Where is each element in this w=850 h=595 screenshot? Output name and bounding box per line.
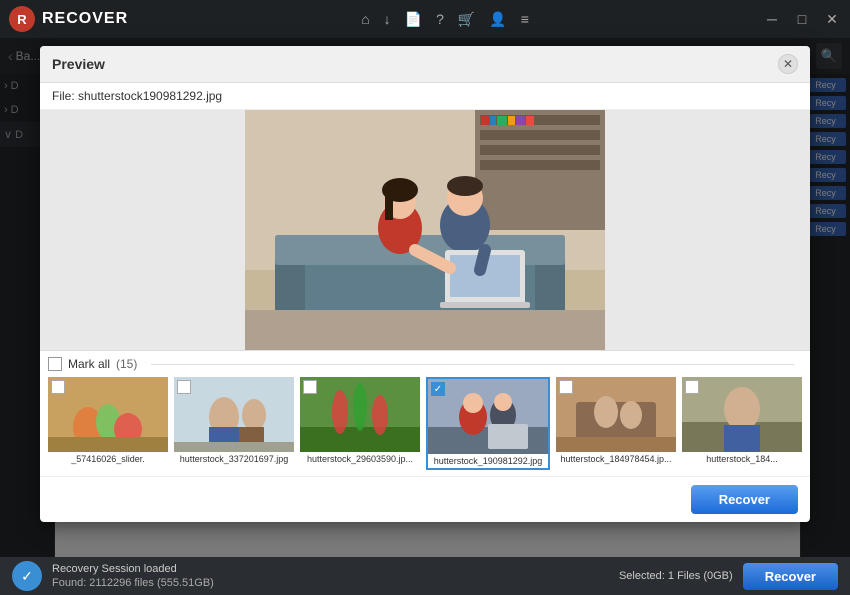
status-check-icon: ✓ bbox=[12, 561, 42, 591]
titlebar: R RECOVER ⌂ ↓ 📄 ? 🛒 👤 ≡ ─ □ ✕ bbox=[0, 0, 850, 38]
thumbnail-item-1[interactable]: _57416026_slider. bbox=[48, 377, 168, 470]
thumb-image-4 bbox=[428, 379, 548, 454]
thumbnail-item-5[interactable]: hutterstock_184978454.jp... bbox=[556, 377, 676, 470]
thumb-image-3 bbox=[300, 377, 420, 452]
mark-all-checkbox[interactable] bbox=[48, 357, 62, 371]
thumb-name-6: hutterstock_184... bbox=[682, 452, 802, 466]
help-icon[interactable]: ? bbox=[436, 11, 444, 27]
thumb-check-3[interactable] bbox=[303, 380, 317, 394]
file-icon[interactable]: 📄 bbox=[405, 11, 422, 28]
thumb-check-4[interactable]: ✓ bbox=[431, 382, 445, 396]
thumb-image-1 bbox=[48, 377, 168, 452]
thumb-check-1[interactable] bbox=[51, 380, 65, 394]
modal-image-area bbox=[40, 110, 810, 350]
thumbnail-item-6[interactable]: hutterstock_184... bbox=[682, 377, 802, 470]
selected-info: Selected: 1 Files (0GB) bbox=[619, 570, 733, 582]
thumbnail-item-3[interactable]: hutterstock_29603590.jp... bbox=[300, 377, 420, 470]
user-icon[interactable]: 👤 bbox=[489, 11, 506, 28]
mark-all-row: Mark all (15) bbox=[48, 357, 802, 371]
download-icon[interactable]: ↓ bbox=[384, 11, 391, 27]
cart-icon[interactable]: 🛒 bbox=[458, 11, 475, 28]
svg-text:R: R bbox=[17, 12, 27, 27]
menu-icon[interactable]: ≡ bbox=[521, 11, 529, 27]
status-right: Selected: 1 Files (0GB) Recover bbox=[619, 563, 838, 590]
session-status: Recovery Session loaded bbox=[52, 563, 214, 575]
recover-modal-button[interactable]: Recover bbox=[691, 485, 798, 514]
mark-all-label: Mark all bbox=[68, 357, 110, 371]
app-branding: R RECOVER bbox=[8, 5, 128, 33]
count-badge: (15) bbox=[116, 357, 137, 371]
recover-main-button[interactable]: Recover bbox=[743, 563, 838, 590]
modal-close-button[interactable]: ✕ bbox=[778, 54, 798, 74]
thumb-name-3: hutterstock_29603590.jp... bbox=[300, 452, 420, 466]
found-files: Found: 2112296 files (555.51GB) bbox=[52, 577, 214, 589]
app-logo-icon: R bbox=[8, 5, 36, 33]
thumb-image-2 bbox=[174, 377, 294, 452]
status-info: Recovery Session loaded Found: 2112296 f… bbox=[52, 563, 214, 589]
titlebar-nav-icons: ⌂ ↓ 📄 ? 🛒 👤 ≡ bbox=[361, 11, 529, 28]
modal-title: Preview bbox=[52, 56, 105, 72]
modal-footer: Recover bbox=[40, 476, 810, 522]
thumb-name-4: hutterstock_190981292.jpg bbox=[428, 454, 548, 468]
modal-header: Preview ✕ bbox=[40, 46, 810, 83]
app-title: RECOVER bbox=[42, 10, 128, 28]
thumbnail-item-4[interactable]: ✓ hutterstock_190981292.jpg bbox=[426, 377, 550, 470]
thumb-check-5[interactable] bbox=[559, 380, 573, 394]
thumb-image-5 bbox=[556, 377, 676, 452]
maximize-button[interactable]: □ bbox=[792, 11, 812, 27]
close-icon: ✕ bbox=[783, 57, 793, 71]
preview-modal: Preview ✕ File: shutterstock190981292.jp… bbox=[40, 46, 810, 522]
statusbar: ✓ Recovery Session loaded Found: 2112296… bbox=[0, 557, 850, 595]
close-button[interactable]: ✕ bbox=[822, 11, 842, 28]
thumb-name-1: _57416026_slider. bbox=[48, 452, 168, 466]
thumbnail-scroll: _57416026_slider. bbox=[48, 377, 802, 470]
thumb-check-6[interactable] bbox=[685, 380, 699, 394]
thumb-name-5: hutterstock_184978454.jp... bbox=[556, 452, 676, 466]
thumb-image-6 bbox=[682, 377, 802, 452]
window-controls: ─ □ ✕ bbox=[762, 11, 842, 28]
modal-filename: File: shutterstock190981292.jpg bbox=[40, 83, 810, 110]
minimize-button[interactable]: ─ bbox=[762, 11, 782, 27]
thumb-check-2[interactable] bbox=[177, 380, 191, 394]
thumbnail-strip: Mark all (15) bbox=[40, 350, 810, 476]
thumbnail-item-2[interactable]: hutterstock_337201697.jpg bbox=[174, 377, 294, 470]
home-icon[interactable]: ⌂ bbox=[361, 11, 369, 27]
preview-image bbox=[245, 110, 605, 350]
thumb-name-2: hutterstock_337201697.jpg bbox=[174, 452, 294, 466]
modal-overlay: Preview ✕ File: shutterstock190981292.jp… bbox=[0, 38, 850, 557]
